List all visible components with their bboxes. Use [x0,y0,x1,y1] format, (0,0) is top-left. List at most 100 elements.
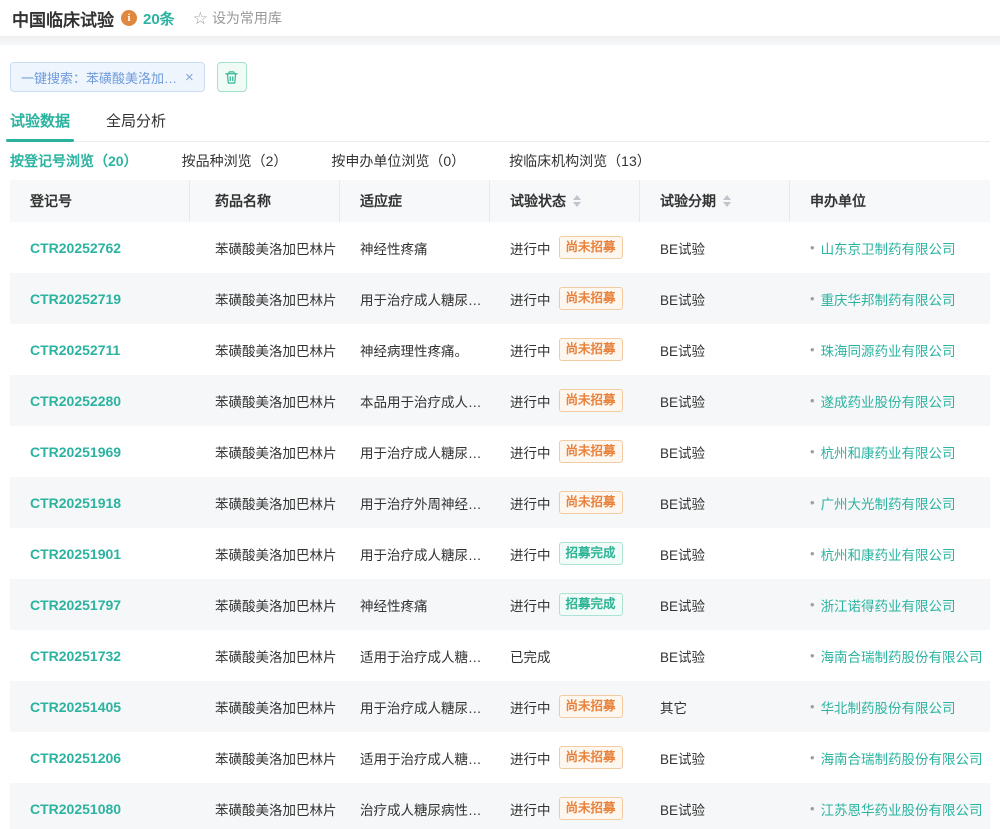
page-header: 中国临床试验 i 20条 ☆ 设为常用库 [0,0,1000,36]
star-icon: ☆ [193,10,208,27]
clear-filters-button[interactable] [217,62,247,92]
browse-by-registration[interactable]: 按登记号浏览（20） [10,151,138,171]
registration-number-link[interactable]: CTR20252719 [30,291,121,307]
trial-status: 进行中 [510,340,551,360]
sponsor-bullet-icon: • [810,546,815,561]
indication: 用于治疗成人糖尿… [360,442,482,462]
table-row: CTR20251797 苯磺酸美洛加巴林片 神经性疼痛 进行中 招募完成 BE试… [10,579,990,630]
filter-chip-label: 一键搜索：苯磺酸美洛加… [21,68,177,87]
status-badge: 尚未招募 [559,797,623,821]
registration-number-link[interactable]: CTR20251206 [30,750,121,766]
indication: 适用于治疗成人糖… [360,748,482,768]
info-icon[interactable]: i [121,10,137,26]
trial-phase: BE试验 [660,544,705,564]
sort-arrows-icon[interactable] [573,195,581,207]
drug-name: 苯磺酸美洛加巴林片 [215,799,337,819]
table-row: CTR20251901 苯磺酸美洛加巴林片 用于治疗成人糖尿… 进行中 招募完成… [10,528,990,579]
table-row: CTR20251918 苯磺酸美洛加巴林片 用于治疗外周神经… 进行中 尚未招募… [10,477,990,528]
trial-status: 进行中 [510,748,551,768]
sponsor-bullet-icon: • [810,699,815,714]
sponsor-link[interactable]: 广州大光制药有限公司 [821,493,956,513]
sponsor-link[interactable]: 山东京卫制药有限公司 [821,238,956,258]
sponsor-link[interactable]: 遂成药业股份有限公司 [821,391,956,411]
search-filter-chip[interactable]: 一键搜索：苯磺酸美洛加… × [10,62,205,92]
drug-name: 苯磺酸美洛加巴林片 [215,289,337,309]
trial-phase: BE试验 [660,493,705,513]
drug-name: 苯磺酸美洛加巴林片 [215,442,337,462]
sponsor-link[interactable]: 海南合瑞制药股份有限公司 [821,748,983,768]
favorite-label: 设为常用库 [212,8,282,28]
registration-number-link[interactable]: CTR20251901 [30,546,121,562]
registration-number-link[interactable]: CTR20252711 [30,342,120,358]
registration-number-link[interactable]: CTR20251732 [30,648,121,664]
column-header-drug-name: 药品名称 [190,180,340,222]
trial-phase: BE试验 [660,340,705,360]
sponsor-link[interactable]: 海南合瑞制药股份有限公司 [821,646,983,666]
sponsor-link[interactable]: 杭州和康药业有限公司 [821,442,956,462]
sponsor-link[interactable]: 杭州和康药业有限公司 [821,544,956,564]
trial-phase: BE试验 [660,646,705,666]
table-row: CTR20251405 苯磺酸美洛加巴林片 用于治疗成人糖尿… 进行中 尚未招募… [10,681,990,732]
page-title: 中国临床试验 [12,6,114,31]
drug-name: 苯磺酸美洛加巴林片 [215,391,337,411]
indication: 用于治疗成人糖尿… [360,697,482,717]
sponsor-link[interactable]: 江苏恩华药业股份有限公司 [821,799,983,819]
trial-status: 进行中 [510,595,551,615]
indication: 用于治疗成人糖尿… [360,544,482,564]
trial-status: 进行中 [510,391,551,411]
sponsor-link[interactable]: 珠海同源药业有限公司 [821,340,956,360]
table-row: CTR20251969 苯磺酸美洛加巴林片 用于治疗成人糖尿… 进行中 尚未招募… [10,426,990,477]
indication: 用于治疗外周神经… [360,493,482,513]
status-badge: 尚未招募 [559,746,623,770]
browse-by-variety[interactable]: 按品种浏览（2） [182,151,288,171]
table-row: CTR20251732 苯磺酸美洛加巴林片 适用于治疗成人糖… 已完成 BE试验… [10,630,990,681]
indication: 用于治疗成人糖尿… [360,289,482,309]
tabs-bar: 试验数据 全局分析 [10,110,990,142]
registration-number-link[interactable]: CTR20251918 [30,495,121,511]
indication: 神经性疼痛 [360,595,428,615]
sponsor-link[interactable]: 浙江诺得药业有限公司 [821,595,956,615]
sponsor-link[interactable]: 华北制药股份有限公司 [821,697,956,717]
browse-by-institution[interactable]: 按临床机构浏览（13） [509,151,651,171]
tab-global-analysis[interactable]: 全局分析 [106,110,166,141]
trial-phase: BE试验 [660,595,705,615]
close-icon[interactable]: × [185,70,194,85]
sponsor-link[interactable]: 重庆华邦制药有限公司 [821,289,956,309]
trial-status: 进行中 [510,442,551,462]
column-header-trial-phase[interactable]: 试验分期 [640,180,790,222]
main-content: 一键搜索：苯磺酸美洛加… × 试验数据 全局分析 按登记号浏览（20） 按品种浏… [0,62,1000,829]
registration-number-link[interactable]: CTR20251405 [30,699,121,715]
sort-arrows-icon[interactable] [723,195,731,207]
trial-status: 进行中 [510,799,551,819]
registration-number-link[interactable]: CTR20252762 [30,240,121,256]
table-row: CTR20252762 苯磺酸美洛加巴林片 神经性疼痛 进行中 尚未招募 BE试… [10,222,990,273]
trial-phase: BE试验 [660,799,705,819]
browse-tabs: 按登记号浏览（20） 按品种浏览（2） 按申办单位浏览（0） 按临床机构浏览（1… [10,142,990,180]
status-badge: 尚未招募 [559,491,623,515]
table-row: CTR20251080 苯磺酸美洛加巴林片 治疗成人糖尿病性… 进行中 尚未招募… [10,783,990,829]
registration-number-link[interactable]: CTR20251080 [30,801,121,817]
sponsor-bullet-icon: • [810,597,815,612]
registration-number-link[interactable]: CTR20251969 [30,444,121,460]
browse-by-sponsor[interactable]: 按申办单位浏览（0） [331,151,465,171]
status-badge: 招募完成 [559,542,623,566]
tab-trial-data[interactable]: 试验数据 [10,110,70,141]
status-badge: 招募完成 [559,593,623,617]
registration-number-link[interactable]: CTR20252280 [30,393,121,409]
trial-phase: BE试验 [660,442,705,462]
sponsor-bullet-icon: • [810,648,815,663]
table-row: CTR20251206 苯磺酸美洛加巴林片 适用于治疗成人糖… 进行中 尚未招募… [10,732,990,783]
column-header-trial-status[interactable]: 试验状态 [490,180,640,222]
status-badge: 尚未招募 [559,338,623,362]
trial-phase: BE试验 [660,238,705,258]
registration-number-link[interactable]: CTR20251797 [30,597,121,613]
trial-status: 进行中 [510,544,551,564]
drug-name: 苯磺酸美洛加巴林片 [215,697,337,717]
table-row: CTR20252280 苯磺酸美洛加巴林片 本品用于治疗成人… 进行中 尚未招募… [10,375,990,426]
trial-status: 进行中 [510,289,551,309]
set-favorite-library-button[interactable]: ☆ 设为常用库 [193,8,282,28]
column-header-indication: 适应症 [340,180,490,222]
trash-icon [224,70,239,85]
drug-name: 苯磺酸美洛加巴林片 [215,340,337,360]
status-badge: 尚未招募 [559,440,623,464]
